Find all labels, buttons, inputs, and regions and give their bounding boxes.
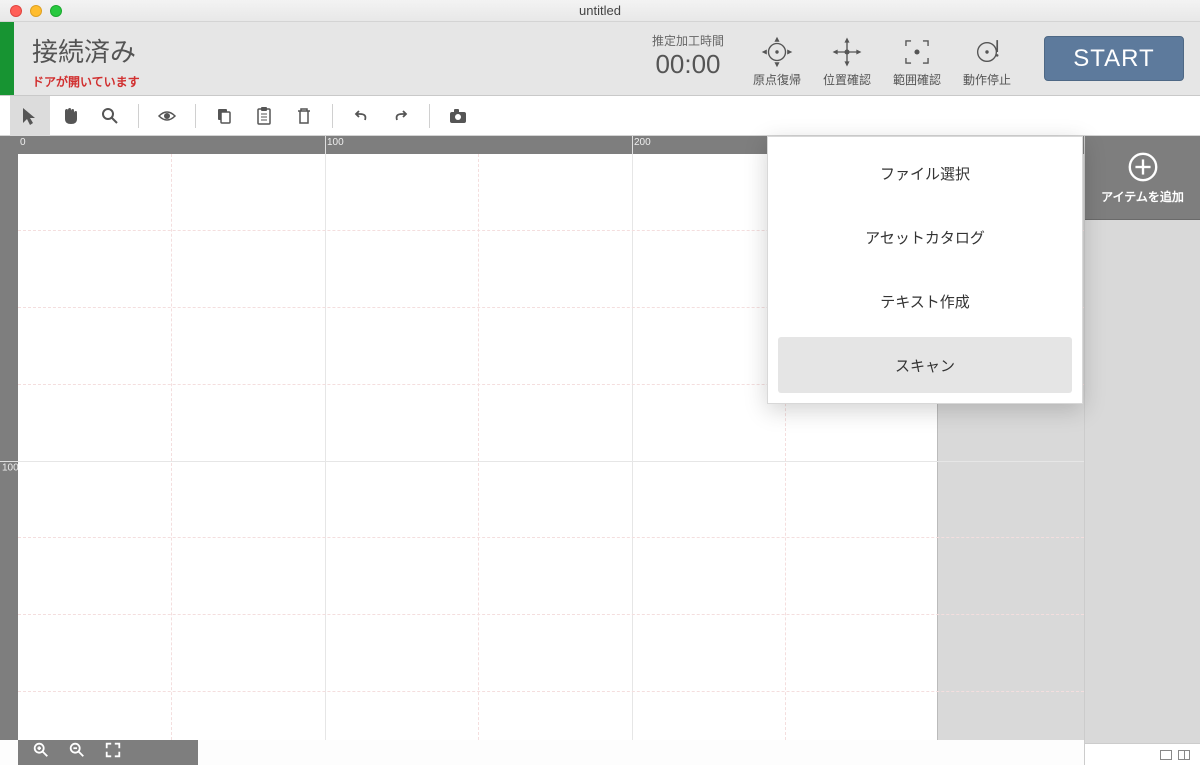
estimated-time-value: 00:00 (652, 49, 724, 80)
status-block: 接続済み ドアが開いています (14, 22, 158, 95)
toolbar (0, 96, 1200, 136)
camera-tool[interactable] (438, 96, 478, 136)
layout-switch (1085, 743, 1200, 765)
position-button[interactable]: 位置確認 (812, 22, 882, 95)
home-button-label: 原点復帰 (753, 71, 801, 88)
stop-button[interactable]: 動作停止 (952, 22, 1022, 95)
ruler-v-label: 100 (2, 463, 18, 474)
zoom-in-icon (32, 741, 50, 759)
window-title: untitled (0, 3, 1200, 18)
estimated-time: 推定加工時間 00:00 (652, 22, 724, 95)
paste-tool[interactable] (244, 96, 284, 136)
range-button[interactable]: 範囲確認 (882, 22, 952, 95)
vertical-ruler: 100 (0, 154, 18, 740)
home-target-icon (760, 35, 794, 69)
select-tool[interactable] (10, 96, 50, 136)
titlebar: untitled (0, 0, 1200, 22)
trash-icon (294, 106, 314, 126)
undo-tool[interactable] (341, 96, 381, 136)
clipboard-icon (254, 106, 274, 126)
hand-icon (60, 106, 80, 126)
plus-circle-icon (1126, 150, 1160, 184)
stop-icon (970, 35, 1004, 69)
visibility-tool[interactable] (147, 96, 187, 136)
position-button-label: 位置確認 (823, 71, 871, 88)
start-button[interactable]: START (1044, 36, 1184, 81)
copy-tool[interactable] (204, 96, 244, 136)
layout-split-icon[interactable] (1178, 750, 1190, 760)
status-indicator (0, 22, 14, 95)
ruler-h-label: 100 (327, 137, 344, 148)
ruler-corner (0, 136, 18, 154)
add-item-label: アイテムを追加 (1101, 188, 1184, 205)
zoom-out-icon (68, 741, 86, 759)
delete-tool[interactable] (284, 96, 324, 136)
estimated-time-label: 推定加工時間 (652, 32, 724, 49)
range-button-label: 範囲確認 (893, 71, 941, 88)
zoom-tool[interactable] (90, 96, 130, 136)
redo-icon (391, 106, 411, 126)
eye-icon (157, 106, 177, 126)
position-icon (830, 35, 864, 69)
fit-button[interactable] (104, 741, 122, 764)
door-status: ドアが開いています (32, 73, 140, 90)
separator (195, 104, 196, 128)
undo-icon (351, 106, 371, 126)
zoom-out-button[interactable] (68, 741, 86, 764)
pan-tool[interactable] (50, 96, 90, 136)
layout-single-icon[interactable] (1160, 750, 1172, 760)
add-item-button[interactable]: アイテムを追加 (1085, 136, 1200, 220)
header: 接続済み ドアが開いています 推定加工時間 00:00 原点復帰 位置確認 範囲… (0, 22, 1200, 96)
zoom-bar (18, 740, 198, 765)
pointer-icon (20, 106, 40, 126)
popup-asset-catalog[interactable]: アセットカタログ (778, 209, 1072, 265)
popup-file-select[interactable]: ファイル選択 (778, 145, 1072, 201)
stop-button-label: 動作停止 (963, 71, 1011, 88)
copy-icon (214, 106, 234, 126)
popup-scan[interactable]: スキャン (778, 337, 1072, 393)
separator (429, 104, 430, 128)
sidebar: アイテムを追加 (1085, 136, 1200, 765)
add-item-popup: ファイル選択 アセットカタログ テキスト作成 スキャン (767, 136, 1083, 404)
home-button[interactable]: 原点復帰 (742, 22, 812, 95)
separator (332, 104, 333, 128)
expand-icon (104, 741, 122, 759)
ruler-h-label: 200 (634, 137, 651, 148)
separator (138, 104, 139, 128)
magnifier-icon (100, 106, 120, 126)
connection-status: 接続済み (32, 32, 140, 69)
range-icon (900, 35, 934, 69)
camera-icon (448, 106, 468, 126)
ruler-h-label: 0 (20, 137, 26, 148)
redo-tool[interactable] (381, 96, 421, 136)
popup-create-text[interactable]: テキスト作成 (778, 273, 1072, 329)
zoom-in-button[interactable] (32, 741, 50, 764)
